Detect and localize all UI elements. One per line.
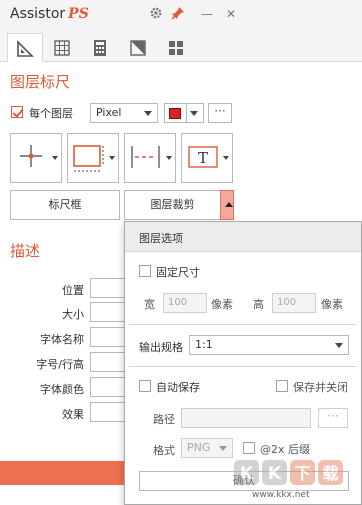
grid-icon: [54, 40, 70, 56]
text-icon: T: [188, 146, 218, 168]
chevron-down-icon: [166, 156, 172, 160]
spacing-tool-button[interactable]: [124, 133, 176, 183]
ruler-section-title: 图层标尺: [10, 73, 71, 91]
minimize-icon[interactable]: —: [199, 6, 215, 22]
popup-divider: [129, 366, 357, 367]
layer-crop-dropdown-button[interactable]: [220, 190, 234, 220]
tab-calculator[interactable]: [82, 33, 118, 62]
set-square-icon: [17, 40, 34, 57]
format-label: 格式: [153, 444, 175, 457]
each-layer-checkbox[interactable]: [11, 106, 23, 118]
path-input[interactable]: [181, 408, 311, 428]
height-label: 高: [253, 298, 264, 311]
tab-ruler[interactable]: [7, 33, 43, 62]
crosshair-icon: [20, 145, 42, 167]
unit-select[interactable]: Pixel: [90, 103, 158, 123]
tab-tiles[interactable]: [158, 33, 194, 62]
width-label: 宽: [144, 298, 155, 311]
popup-divider: [129, 324, 357, 325]
width-input[interactable]: 100: [163, 293, 207, 313]
svg-text:K: K: [268, 464, 282, 484]
svg-text:K: K: [240, 464, 254, 484]
box-tool-button[interactable]: [67, 133, 119, 183]
save-close-label: 保存并关闭: [293, 381, 348, 394]
export-scale-value: 1:1: [195, 338, 213, 351]
chevron-down-icon: [223, 156, 229, 160]
popup-header: 图层选项: [125, 222, 361, 252]
app-title: Assistor PS: [10, 6, 89, 22]
box-outline-icon: [73, 145, 104, 172]
suffix-2x-label: @2x 后缀: [260, 443, 311, 456]
bottom-action-bar[interactable]: [0, 461, 125, 485]
tab-bar: [0, 30, 362, 62]
font-color-label: 字体颜色: [40, 383, 84, 396]
close-icon[interactable]: ✕: [223, 6, 239, 22]
watermark-logo: K K 下 载: [228, 458, 350, 488]
title-bar: Assistor PS — ✕: [0, 0, 362, 30]
svg-text:T: T: [198, 149, 208, 167]
each-layer-label: 每个图层: [29, 107, 73, 120]
chevron-down-icon: [219, 446, 227, 451]
font-name-label: 字体名称: [40, 333, 84, 346]
watermark-url: www.kkx.net: [252, 490, 310, 500]
export-scale-label: 输出规格: [139, 341, 183, 354]
text-tool-button[interactable]: T: [181, 133, 233, 183]
app-title-text: Assistor: [10, 6, 66, 22]
color-picker-separator: [186, 104, 187, 122]
width-unit-label: 像素: [211, 298, 233, 311]
font-size-label: 字号/行高: [36, 358, 84, 371]
tiles-icon: [169, 41, 183, 55]
chevron-down-icon: [190, 111, 198, 116]
browse-path-button[interactable]: ···: [318, 408, 348, 428]
slice-icon: [130, 40, 146, 56]
size-label: 大小: [62, 308, 84, 321]
fixed-size-checkbox[interactable]: [139, 265, 151, 277]
auto-save-label: 自动保存: [156, 381, 200, 394]
ruler-frame-button[interactable]: 标尺框: [10, 190, 120, 220]
chevron-down-icon: [144, 111, 152, 116]
suffix-2x-checkbox[interactable]: [243, 442, 255, 454]
gear-icon[interactable]: [148, 6, 164, 22]
position-label: 位置: [62, 284, 84, 297]
color-swatch: [169, 108, 181, 119]
format-value: PNG: [187, 441, 211, 454]
spacing-icon: [131, 146, 160, 168]
svg-text:下: 下: [294, 464, 310, 483]
chevron-down-icon: [335, 343, 343, 348]
layer-crop-button[interactable]: 图层裁剪: [124, 190, 221, 220]
svg-text:载: 载: [322, 464, 338, 483]
tab-slice[interactable]: [120, 33, 156, 62]
save-close-checkbox[interactable]: [276, 380, 288, 392]
pin-icon[interactable]: [170, 6, 186, 22]
auto-save-checkbox[interactable]: [139, 380, 151, 392]
describe-section-title: 描述: [10, 242, 41, 260]
export-scale-select[interactable]: 1:1: [189, 335, 349, 355]
crosshair-tool-button[interactable]: [10, 133, 62, 183]
unit-select-value: Pixel: [96, 106, 122, 119]
ruler-more-button[interactable]: ···: [208, 103, 232, 123]
effect-label: 效果: [62, 408, 84, 421]
calculator-icon: [94, 40, 106, 56]
chevron-down-icon: [52, 156, 58, 160]
tab-grid[interactable]: [44, 33, 80, 62]
color-picker[interactable]: [164, 103, 204, 123]
fixed-size-label: 固定尺寸: [156, 266, 200, 279]
chevron-down-icon: [109, 156, 115, 160]
app-title-ps: PS: [68, 6, 89, 22]
height-unit-label: 像素: [321, 298, 343, 311]
popup-title: 图层选项: [139, 232, 183, 245]
format-select[interactable]: PNG: [181, 438, 233, 458]
path-label: 路径: [153, 413, 175, 426]
height-input[interactable]: 100: [272, 293, 316, 313]
